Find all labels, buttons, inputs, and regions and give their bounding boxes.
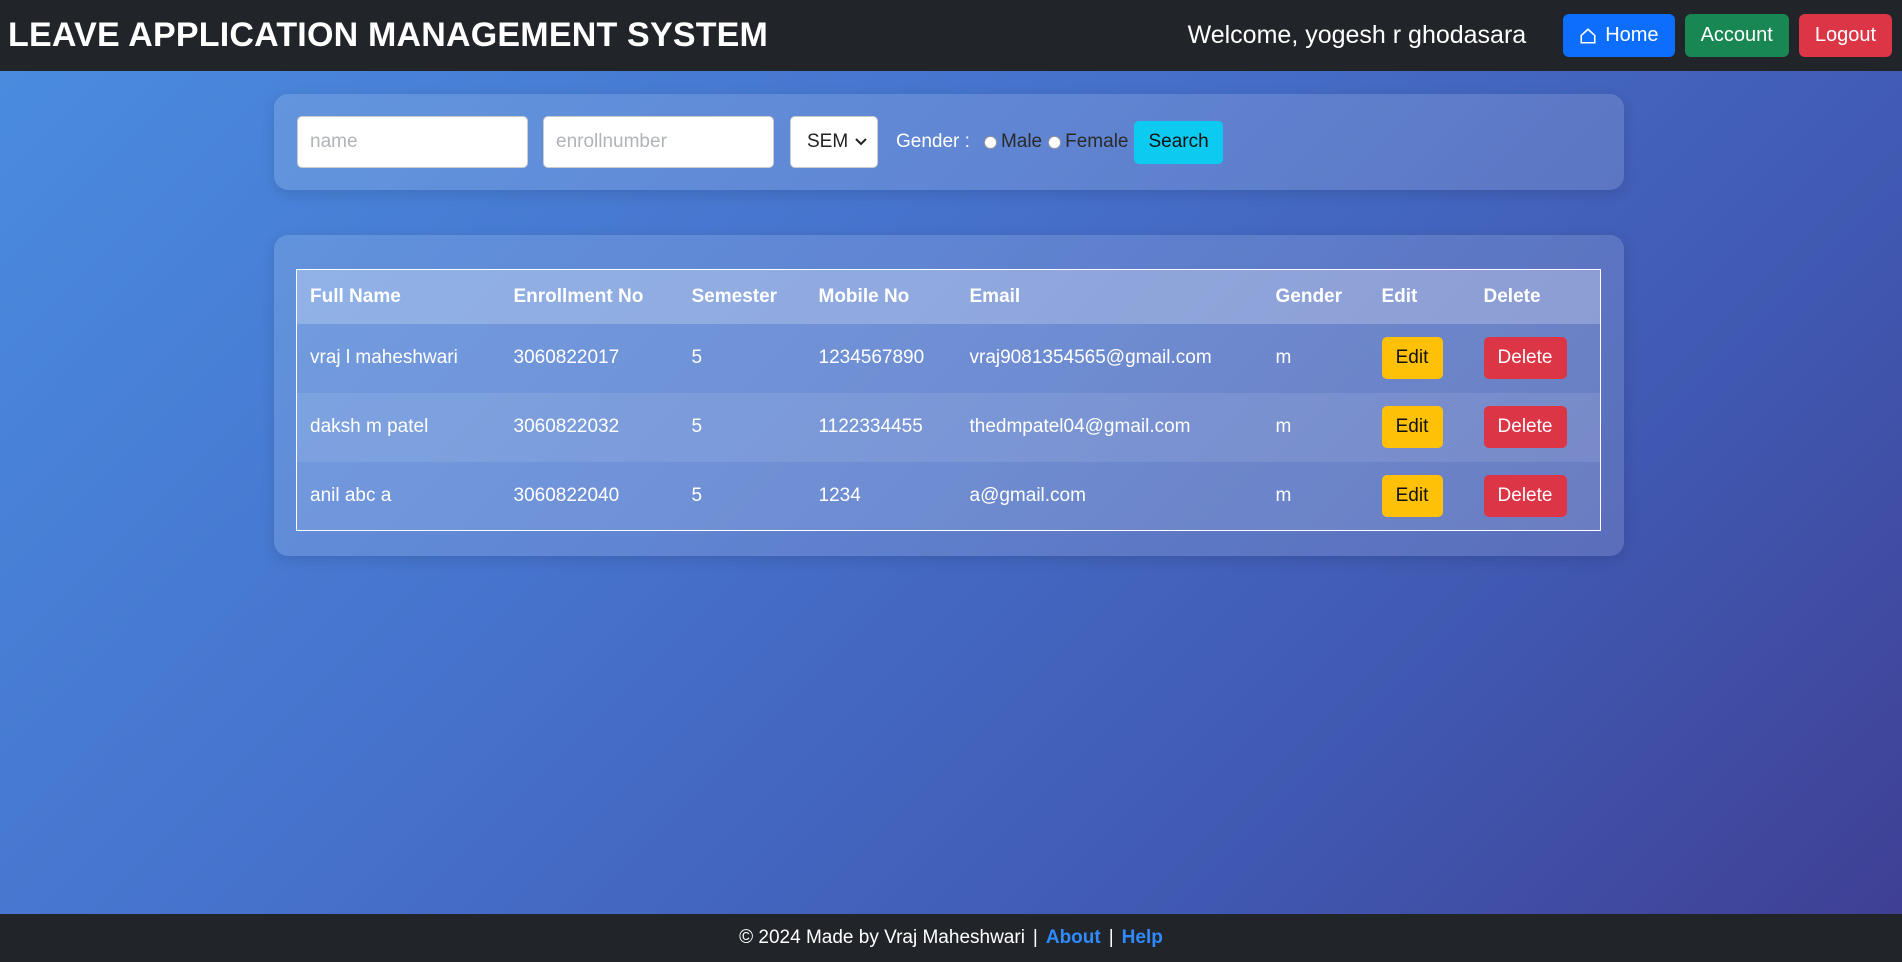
students-table: Full Name Enrollment No Semester Mobile …: [296, 269, 1601, 531]
header-enrollment: Enrollment No: [513, 285, 644, 307]
cell-mobile: 1234567890: [818, 347, 925, 368]
header-delete: Delete: [1483, 285, 1541, 307]
female-label: Female: [1065, 131, 1129, 152]
search-button[interactable]: Search: [1134, 120, 1223, 164]
footer-copyright: © 2024 Made by Vraj Maheshwari: [739, 927, 1025, 948]
cell-name: daksh m patel: [310, 416, 429, 437]
footer-separator: |: [1108, 927, 1114, 948]
cell-delete: Delete: [1471, 393, 1601, 462]
footer: © 2024 Made by Vraj Maheshwari | About |…: [0, 914, 1902, 962]
app-title: LEAVE APPLICATION MANAGEMENT SYSTEM: [8, 16, 769, 54]
cell-mobile: 1234: [818, 484, 861, 506]
search-panel: SEM Gender : Male Female Search: [274, 94, 1624, 190]
edit-button[interactable]: Edit: [1381, 337, 1443, 379]
about-link[interactable]: About: [1046, 927, 1101, 949]
home-button[interactable]: Home: [1563, 14, 1675, 57]
home-label: Home: [1605, 24, 1659, 46]
cell-enroll: 3060822032: [513, 416, 620, 437]
help-link[interactable]: Help: [1122, 927, 1163, 949]
header-mobile: Mobile No: [818, 285, 910, 307]
cell-delete: Delete: [1471, 462, 1601, 531]
cell-email: a@gmail.com: [969, 484, 1086, 506]
gender-label: Gender :: [896, 131, 970, 152]
welcome-text: Welcome, yogesh r ghodasara: [1187, 21, 1527, 49]
cell-enroll: 3060822017: [513, 347, 620, 368]
cell-sem: 5: [691, 484, 703, 506]
table-row: daksh m patel 3060822032 5 1122334455 th…: [296, 392, 1601, 462]
delete-button[interactable]: Delete: [1483, 406, 1567, 448]
cell-email: thedmpatel04@gmail.com: [969, 416, 1191, 437]
semester-select[interactable]: SEM: [790, 116, 878, 168]
cell-name: anil abc a: [310, 484, 392, 506]
account-button[interactable]: Account: [1684, 14, 1789, 57]
delete-button[interactable]: Delete: [1483, 337, 1567, 379]
header-edit: Edit: [1381, 285, 1418, 307]
cell-enroll: 3060822040: [513, 484, 620, 506]
cell-gender: m: [1275, 484, 1292, 506]
cell-mobile: 1122334455: [818, 416, 923, 437]
cell-gender: m: [1275, 347, 1292, 368]
header-semester: Semester: [691, 285, 778, 307]
cell-gender: m: [1275, 416, 1292, 437]
chevron-down-icon: [855, 138, 867, 146]
navbar: LEAVE APPLICATION MANAGEMENT SYSTEM Welc…: [0, 0, 1902, 71]
footer-separator: |: [1032, 927, 1038, 948]
male-radio[interactable]: [983, 135, 997, 149]
edit-button[interactable]: Edit: [1381, 474, 1443, 517]
cell-edit: Edit: [1369, 393, 1471, 462]
table-panel: Full Name Enrollment No Semester Mobile …: [274, 235, 1624, 556]
cell-sem: 5: [691, 416, 703, 437]
table-header-row: Full Name Enrollment No Semester Mobile …: [296, 269, 1601, 324]
cell-edit: Edit: [1369, 324, 1471, 393]
delete-button[interactable]: Delete: [1483, 474, 1567, 517]
semester-select-value: SEM: [807, 131, 849, 152]
home-icon: [1580, 27, 1596, 44]
table-row: anil abc a 3060822040 5 1234 a@gmail.com…: [296, 461, 1601, 531]
cell-email: vraj9081354565@gmail.com: [969, 347, 1212, 368]
logout-button[interactable]: Logout: [1798, 14, 1892, 57]
name-input[interactable]: [297, 116, 528, 168]
nav-right: Welcome, yogesh r ghodasara Home Account…: [1188, 14, 1894, 57]
cell-name: vraj l maheshwari: [310, 347, 458, 368]
cell-edit: Edit: [1369, 462, 1471, 531]
enroll-input[interactable]: [543, 116, 774, 168]
header-email: Email: [969, 285, 1021, 307]
cell-delete: Delete: [1471, 324, 1601, 393]
table-row: vraj l maheshwari 3060822017 5 123456789…: [296, 323, 1601, 393]
cell-sem: 5: [691, 347, 703, 368]
male-label: Male: [1000, 131, 1043, 152]
header-full-name: Full Name: [310, 285, 401, 307]
female-radio[interactable]: [1048, 135, 1062, 149]
edit-button[interactable]: Edit: [1381, 406, 1443, 448]
header-gender: Gender: [1275, 285, 1343, 307]
